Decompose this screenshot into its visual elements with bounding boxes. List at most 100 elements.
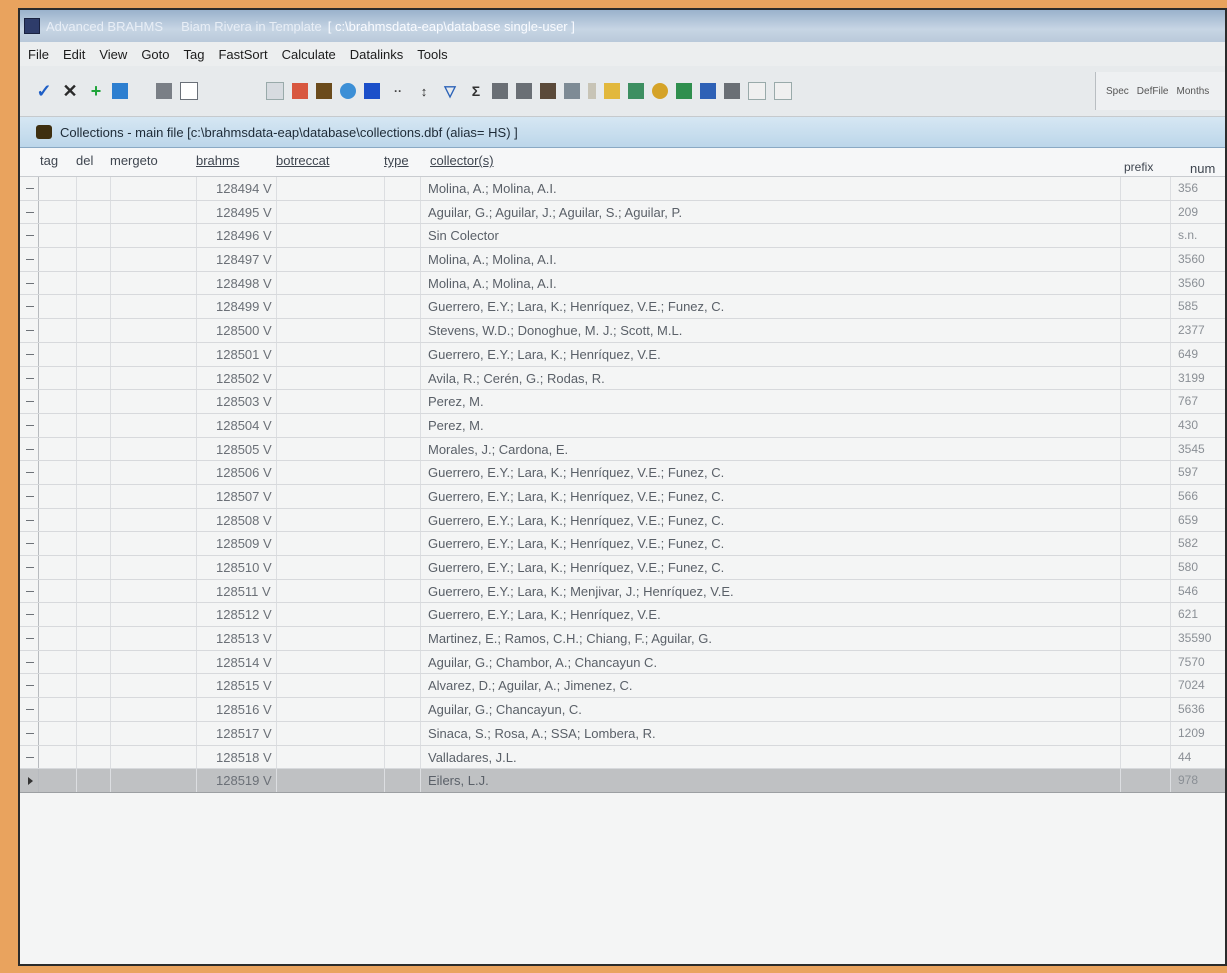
menu-file[interactable]: File bbox=[28, 47, 49, 62]
row-indicator[interactable] bbox=[20, 484, 39, 508]
cell-number[interactable]: 767 bbox=[1178, 394, 1198, 408]
cell-number[interactable]: 621 bbox=[1178, 607, 1198, 621]
cell-brahms[interactable]: 128516 V bbox=[216, 702, 296, 717]
row-indicator[interactable] bbox=[20, 721, 39, 745]
add-plus-icon[interactable]: + bbox=[86, 81, 106, 101]
books-icon[interactable] bbox=[540, 83, 556, 99]
table-row[interactable]: 128498 V Molina, A.; Molina, A.I. 3560 bbox=[20, 271, 1225, 296]
form-view-icon[interactable] bbox=[292, 83, 308, 99]
cell-collectors[interactable]: Guerrero, E.Y.; Lara, K.; Henríquez, V.E… bbox=[428, 607, 661, 622]
table-row[interactable]: 128499 V Guerrero, E.Y.; Lara, K.; Henríq… bbox=[20, 295, 1225, 320]
cell-brahms[interactable]: 128505 V bbox=[216, 442, 296, 457]
cell-number[interactable]: 430 bbox=[1178, 418, 1198, 432]
table-row[interactable]: 128497 V Molina, A.; Molina, A.I. 3560 bbox=[20, 248, 1225, 272]
table-row[interactable]: 128518 V Valladares, J.L. 44 bbox=[20, 745, 1225, 770]
cell-number[interactable]: 1209 bbox=[1178, 726, 1205, 740]
cell-collectors[interactable]: Molina, A.; Molina, A.I. bbox=[428, 276, 557, 291]
cell-number[interactable]: 546 bbox=[1178, 584, 1198, 598]
cell-number[interactable]: 582 bbox=[1178, 536, 1198, 550]
frame-select-icon[interactable] bbox=[180, 82, 198, 100]
cell-number[interactable]: 597 bbox=[1178, 465, 1198, 479]
cell-collectors[interactable]: Aguilar, G.; Chancayun, C. bbox=[428, 702, 582, 717]
cell-number[interactable]: 3199 bbox=[1178, 371, 1205, 385]
cell-collectors[interactable]: Martinez, E.; Ramos, C.H.; Chiang, F.; A… bbox=[428, 631, 712, 646]
cell-number[interactable]: 7024 bbox=[1178, 678, 1205, 692]
row-indicator[interactable] bbox=[20, 532, 39, 555]
ellipsis-icon[interactable]: ·· bbox=[388, 81, 408, 101]
cell-collectors[interactable]: Guerrero, E.Y.; Lara, K.; Henríquez, V.E… bbox=[428, 299, 724, 314]
cell-collectors[interactable]: Molina, A.; Molina, A.I. bbox=[428, 181, 557, 196]
cell-brahms[interactable]: 128514 V bbox=[216, 655, 296, 670]
row-indicator[interactable] bbox=[20, 248, 39, 271]
col-header-brahms[interactable]: brahms bbox=[196, 153, 239, 168]
dropdown-icon[interactable] bbox=[266, 82, 284, 100]
cell-number[interactable]: 44 bbox=[1178, 750, 1191, 764]
col-header-number[interactable]: num bbox=[1190, 161, 1215, 176]
cell-collectors[interactable]: Avila, R.; Cerén, G.; Rodas, R. bbox=[428, 371, 605, 386]
col-header-type[interactable]: type bbox=[384, 153, 409, 168]
excel-icon[interactable] bbox=[676, 83, 692, 99]
cell-number[interactable]: 3560 bbox=[1178, 276, 1205, 290]
table-row[interactable]: 128501 V Guerrero, E.Y.; Lara, K.; Henríq… bbox=[20, 342, 1225, 367]
cell-number[interactable]: 585 bbox=[1178, 299, 1198, 313]
cell-number[interactable]: 580 bbox=[1178, 560, 1198, 574]
sum-icon[interactable]: Σ bbox=[466, 81, 486, 101]
row-indicator[interactable] bbox=[20, 508, 39, 532]
row-indicator[interactable] bbox=[20, 390, 39, 413]
cell-collectors[interactable]: Morales, J.; Cardona, E. bbox=[428, 442, 568, 457]
gray-square-icon[interactable] bbox=[724, 83, 740, 99]
cell-collectors[interactable]: Guerrero, E.Y.; Lara, K.; Henríquez, V.E… bbox=[428, 560, 724, 575]
row-indicator[interactable] bbox=[20, 200, 39, 224]
cell-number[interactable]: 35590 bbox=[1178, 631, 1211, 645]
cell-number[interactable]: 3560 bbox=[1178, 252, 1205, 266]
row-indicator[interactable] bbox=[20, 556, 39, 579]
row-indicator[interactable] bbox=[20, 366, 39, 390]
row-indicator[interactable] bbox=[20, 650, 39, 674]
menu-edit[interactable]: Edit bbox=[63, 47, 85, 62]
cell-brahms[interactable]: 128506 V bbox=[216, 465, 296, 480]
zoom-icon[interactable] bbox=[340, 83, 356, 99]
cell-brahms[interactable]: 128497 V bbox=[216, 252, 296, 267]
table-row[interactable]: 128509 V Guerrero, E.Y.; Lara, K.; Henríq… bbox=[20, 532, 1225, 556]
menu-datalinks[interactable]: Datalinks bbox=[350, 47, 403, 62]
row-indicator[interactable] bbox=[20, 413, 39, 437]
cell-brahms[interactable]: 128496 V bbox=[216, 228, 296, 243]
cell-brahms[interactable]: 128515 V bbox=[216, 678, 296, 693]
cell-brahms[interactable]: 128508 V bbox=[216, 513, 296, 528]
row-indicator[interactable] bbox=[20, 461, 39, 484]
binoculars-icon[interactable] bbox=[316, 83, 332, 99]
cell-brahms[interactable]: 128494 V bbox=[216, 181, 296, 196]
table-row[interactable]: 128507 V Guerrero, E.Y.; Lara, K.; Henríq… bbox=[20, 484, 1225, 509]
cell-brahms[interactable]: 128499 V bbox=[216, 299, 296, 314]
cell-brahms[interactable]: 128500 V bbox=[216, 323, 296, 338]
months-label[interactable]: Months bbox=[1176, 86, 1209, 97]
table-row[interactable]: 128519 V Eilers, L.J. 978 bbox=[20, 769, 1225, 793]
delete-x-icon[interactable]: ✕ bbox=[60, 81, 80, 101]
row-indicator[interactable] bbox=[20, 437, 39, 461]
dark-square-icon[interactable] bbox=[492, 83, 508, 99]
cell-collectors[interactable]: Aguilar, G.; Chambor, A.; Chancayun C. bbox=[428, 655, 657, 670]
col-header-prefix[interactable]: prefix bbox=[1124, 160, 1153, 174]
note-icon[interactable] bbox=[604, 83, 620, 99]
cell-brahms[interactable]: 128511 V bbox=[216, 584, 296, 599]
cell-number[interactable]: s.n. bbox=[1178, 228, 1197, 242]
cell-number[interactable]: 5636 bbox=[1178, 702, 1205, 716]
cell-number[interactable]: 2377 bbox=[1178, 323, 1205, 337]
row-indicator[interactable] bbox=[20, 603, 39, 627]
filter-icon[interactable]: ▽ bbox=[440, 81, 460, 101]
cell-number[interactable]: 649 bbox=[1178, 347, 1198, 361]
cell-collectors[interactable]: Guerrero, E.Y.; Lara, K.; Henríquez, V.E… bbox=[428, 465, 724, 480]
row-indicator[interactable] bbox=[20, 342, 39, 366]
spec-label[interactable]: Spec bbox=[1106, 86, 1129, 97]
table-row[interactable]: 128514 V Aguilar, G.; Chambor, A.; Chanca… bbox=[20, 650, 1225, 675]
cell-brahms[interactable]: 128512 V bbox=[216, 607, 296, 622]
cell-collectors[interactable]: Guerrero, E.Y.; Lara, K.; Henríquez, V.E… bbox=[428, 536, 724, 551]
table-row[interactable]: 128510 V Guerrero, E.Y.; Lara, K.; Henríq… bbox=[20, 556, 1225, 580]
col-header-collectors[interactable]: collector(s) bbox=[430, 153, 494, 168]
comment-icon[interactable] bbox=[748, 82, 766, 100]
table-row[interactable]: 128495 V Aguilar, G.; Aguilar, J.; Aguila… bbox=[20, 200, 1225, 225]
menu-tools[interactable]: Tools bbox=[417, 47, 447, 62]
cell-number[interactable]: 356 bbox=[1178, 181, 1198, 195]
table-row[interactable]: 128508 V Guerrero, E.Y.; Lara, K.; Henríq… bbox=[20, 508, 1225, 533]
table-row[interactable]: 128502 V Avila, R.; Cerén, G.; Rodas, R. 3… bbox=[20, 366, 1225, 391]
